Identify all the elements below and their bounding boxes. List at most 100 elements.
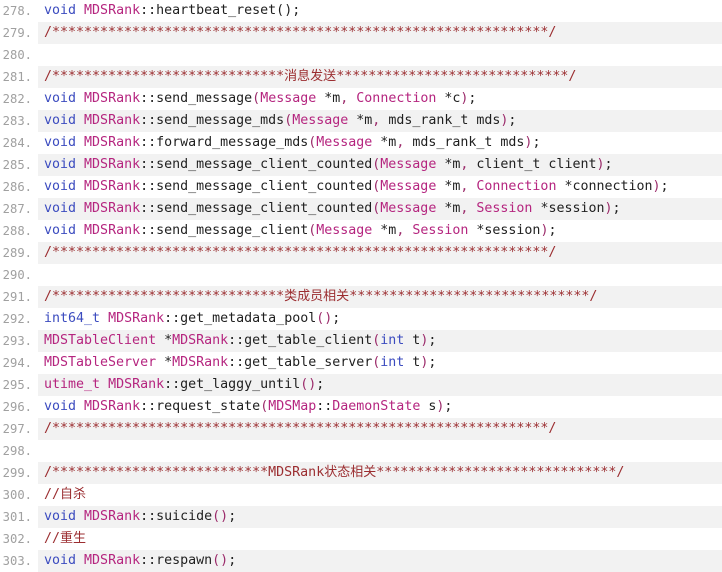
code-line[interactable]: 301. void MDSRank::suicide(); xyxy=(0,506,722,528)
code-line[interactable]: 286. void MDSRank::send_message_client_co… xyxy=(0,176,722,198)
line-number: 300. xyxy=(0,484,38,506)
code-token: /***************************************… xyxy=(44,25,557,40)
code-line[interactable]: 293. MDSTableClient *MDSRank::get_table_c… xyxy=(0,330,722,352)
code-token: ::send_message_mds xyxy=(140,113,285,128)
line-number: 289. xyxy=(0,242,38,264)
code-token: * xyxy=(156,333,173,348)
code-line-content: void MDSRank::send_message_client_counte… xyxy=(38,176,722,198)
code-token: ::get_laggy_until xyxy=(164,377,301,392)
code-token: ; xyxy=(428,333,437,348)
code-token: 重生 xyxy=(60,531,87,546)
code-line[interactable]: 302.//重生 xyxy=(0,528,722,550)
code-token: ) xyxy=(604,201,613,216)
code-line[interactable]: 290. xyxy=(0,264,722,286)
code-line-content: /***************************************… xyxy=(38,242,722,264)
code-token: Connection xyxy=(356,91,437,106)
code-line-content: void MDSRank::forward_message_mds(Messag… xyxy=(38,132,722,154)
code-line[interactable]: 285. void MDSRank::send_message_client_co… xyxy=(0,154,722,176)
line-number: 301. xyxy=(0,506,38,528)
code-token: ; xyxy=(228,509,237,524)
code-token: ; xyxy=(428,355,437,370)
code-line-content: void MDSRank::heartbeat_reset(); xyxy=(38,0,722,22)
code-line-content: int64_t MDSRank::get_metadata_pool(); xyxy=(38,308,722,330)
code-line[interactable]: 299./***************************MDSRank状… xyxy=(0,462,722,484)
code-token: mds_rank_t mds xyxy=(404,135,525,150)
code-token: ( xyxy=(252,91,261,106)
code-line[interactable]: 300. //自杀 xyxy=(0,484,722,506)
code-token: /***************************************… xyxy=(44,245,557,260)
code-token: ; xyxy=(316,377,325,392)
code-token: mds_rank_t mds xyxy=(380,113,501,128)
line-number: 283. xyxy=(0,110,38,132)
code-token: client_t client xyxy=(468,157,597,172)
line-number: 293. xyxy=(0,330,38,352)
code-line-content: //重生 xyxy=(38,528,722,550)
code-token: *session xyxy=(468,223,541,238)
code-line[interactable]: 283. void MDSRank::send_message_mds(Messa… xyxy=(0,110,722,132)
code-token: Message xyxy=(316,223,373,238)
code-token: void xyxy=(44,113,77,128)
code-line[interactable]: 281./*****************************消息发送**… xyxy=(0,66,722,88)
line-number: 278. xyxy=(0,0,38,22)
code-token: Message xyxy=(380,157,437,172)
code-line[interactable]: 291./*****************************类成员相关*… xyxy=(0,286,722,308)
line-number: 291. xyxy=(0,286,38,308)
code-line-content: utime_t MDSRank::get_laggy_until(); xyxy=(38,374,722,396)
code-line[interactable]: 298. xyxy=(0,440,722,462)
code-token: ::forward_message_mds xyxy=(140,135,309,150)
code-token: ( xyxy=(212,553,221,568)
code-token: ::suicide xyxy=(140,509,213,524)
code-token: * xyxy=(156,355,173,370)
code-token: MDSRank xyxy=(268,465,325,480)
code-token: ::send_message_client_counted xyxy=(140,157,373,172)
line-number: 298. xyxy=(0,440,38,462)
code-line-content: void MDSRank::suicide(); xyxy=(38,506,722,528)
code-token: ::send_message_client_counted xyxy=(140,201,373,216)
code-token: MDSRank xyxy=(84,201,141,216)
code-line-content: /***************************************… xyxy=(38,418,722,440)
code-line[interactable]: 280. xyxy=(0,44,722,66)
code-token: MDSRank xyxy=(84,157,141,172)
code-token: MDSTableClient xyxy=(44,333,157,348)
code-token: 自杀 xyxy=(60,487,87,502)
line-number: 288. xyxy=(0,220,38,242)
code-token: ******************************/ xyxy=(376,465,625,480)
code-token: /***************************************… xyxy=(44,421,557,436)
code-line[interactable]: 292. int64_t MDSRank::get_metadata_pool()… xyxy=(0,308,722,330)
code-line[interactable]: 278. void MDSRank::heartbeat_reset(); xyxy=(0,0,722,22)
code-line[interactable]: 296. void MDSRank::request_state(MDSMap::… xyxy=(0,396,722,418)
code-token: // xyxy=(44,487,61,502)
code-line-content: MDSTableServer *MDSRank::get_table_serve… xyxy=(38,352,722,374)
code-token: int64_t xyxy=(44,311,101,326)
code-token: MDSRank xyxy=(172,355,229,370)
code-token: /*************************** xyxy=(44,465,269,480)
code-line[interactable]: 282. void MDSRank::send_message(Message *… xyxy=(0,88,722,110)
code-line[interactable]: 287. void MDSRank::send_message_client_co… xyxy=(0,198,722,220)
code-line[interactable]: 303. void MDSRank::respawn(); xyxy=(0,550,722,572)
code-line-content: void MDSRank::request_state(MDSMap::Daem… xyxy=(38,396,722,418)
code-line[interactable]: 295. utime_t MDSRank::get_laggy_until(); xyxy=(0,374,722,396)
line-number: 280. xyxy=(0,44,38,66)
code-token: void xyxy=(44,179,77,194)
code-token: 状态相关 xyxy=(324,465,377,480)
code-line[interactable]: 294. MDSTableServer *MDSRank::get_table_s… xyxy=(0,352,722,374)
code-token: MDSRank xyxy=(172,333,229,348)
code-token: :: xyxy=(316,399,333,414)
code-token: ::respawn xyxy=(140,553,213,568)
code-token: ; xyxy=(332,311,341,326)
code-listing[interactable]: 278. void MDSRank::heartbeat_reset(); 279.… xyxy=(0,0,722,572)
code-token: t xyxy=(404,355,421,370)
code-line[interactable]: 284. void MDSRank::forward_message_mds(Me… xyxy=(0,132,722,154)
code-token: ; xyxy=(508,113,517,128)
code-line[interactable]: 297. /***********************************… xyxy=(0,418,722,440)
code-token: MDSRank xyxy=(84,91,141,106)
code-line[interactable]: 289. /***********************************… xyxy=(0,242,722,264)
code-line-content: /***************************MDSRank状态相关*… xyxy=(38,462,722,484)
code-line[interactable]: 279. /***********************************… xyxy=(0,22,722,44)
code-token: 类成员相关 xyxy=(284,289,350,304)
code-line[interactable]: 288. void MDSRank::send_message_client(Me… xyxy=(0,220,722,242)
